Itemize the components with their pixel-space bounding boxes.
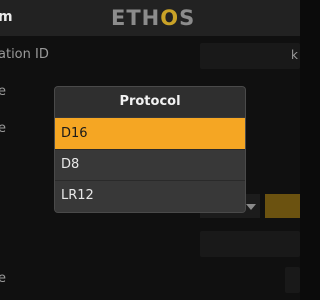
registration-id-value: k [291, 48, 298, 62]
protocol-option-lr12[interactable]: LR12 [55, 180, 245, 212]
row-label: ation ID [0, 47, 49, 62]
header-bar: m ETHOS [0, 0, 300, 36]
option-label: D8 [61, 157, 80, 172]
list-row-registration-id[interactable]: ation ID k [0, 36, 300, 77]
registration-id-field[interactable]: k [200, 43, 300, 69]
row-label: e [0, 84, 6, 99]
row-label: e [0, 121, 6, 136]
row-label: e [0, 271, 6, 286]
page-title: m [0, 9, 13, 25]
popup-header: Protocol [55, 87, 245, 117]
option-label: LR12 [61, 188, 94, 203]
chevron-down-icon [246, 204, 256, 210]
logo-text-before: ETH [111, 6, 161, 30]
brand-logo: ETHOS [111, 8, 195, 29]
logo-text-after: S [179, 6, 196, 30]
list-row[interactable] [0, 224, 300, 265]
protocol-option-d8[interactable]: D8 [55, 149, 245, 181]
list-row[interactable]: e [0, 260, 300, 300]
protocol-popup: Protocol D16 D8 LR12 [55, 87, 245, 212]
protocol-option-d16[interactable]: D16 [55, 118, 245, 150]
popup-title: Protocol [119, 94, 181, 109]
text-field[interactable] [285, 267, 300, 293]
option-label: D16 [61, 126, 88, 141]
screen: m ETHOS ation ID k e e e Protocol D16 D8… [0, 0, 300, 300]
logo-text-accent: O [160, 6, 180, 30]
text-field[interactable] [200, 231, 300, 257]
protocol-action-button[interactable] [265, 194, 300, 218]
